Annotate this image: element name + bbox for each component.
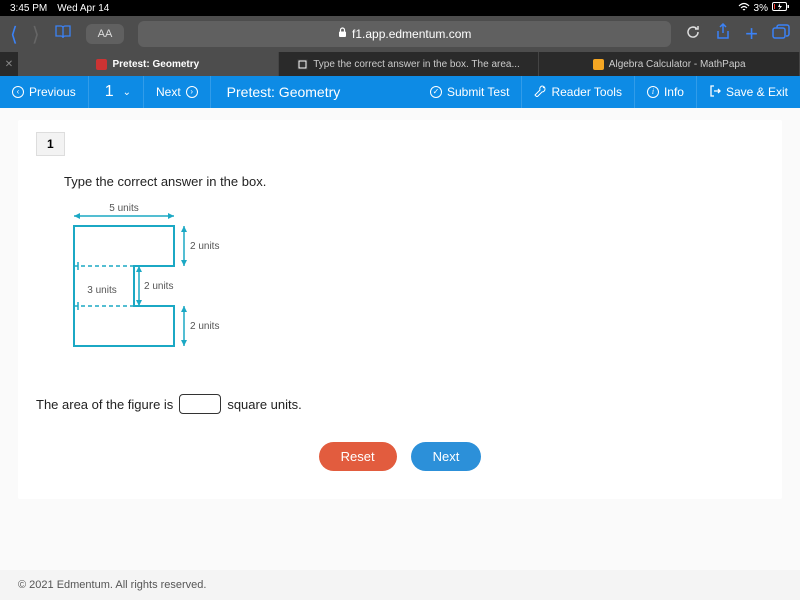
share-icon[interactable] — [715, 23, 731, 46]
question-card: 1 Type the correct answer in the box. 5 … — [18, 120, 782, 499]
battery-pct: 3% — [754, 3, 768, 14]
tab-strip: ✕ Pretest: Geometry Type the correct ans… — [0, 52, 800, 76]
lock-icon — [338, 27, 347, 41]
reset-button[interactable]: Reset — [319, 442, 397, 471]
question-number: 1 — [101, 83, 118, 101]
save-label: Save & Exit — [726, 85, 788, 99]
previous-button[interactable]: ‹ Previous — [0, 76, 89, 108]
arrow-right-icon: › — [186, 86, 198, 98]
new-tab-icon[interactable]: + — [745, 21, 758, 47]
answer-prefix: The area of the figure is — [36, 397, 173, 412]
question-prompt: Type the correct answer in the box. — [64, 174, 764, 189]
next-button[interactable]: Next › — [144, 76, 211, 108]
tab-label: Pretest: Geometry — [112, 59, 199, 70]
submit-test-button[interactable]: ✓ Submit Test — [418, 76, 522, 108]
page-title: Pretest: Geometry — [211, 84, 357, 100]
arrow-left-icon: ‹ — [12, 86, 24, 98]
bookmarks-icon[interactable] — [54, 24, 72, 45]
app-toolbar: ‹ Previous 1 ⌄ Next › Pretest: Geometry … — [0, 76, 800, 108]
reader-tools-button[interactable]: Reader Tools — [522, 76, 635, 108]
favicon-icon — [297, 59, 308, 70]
question-number-box: 1 — [36, 132, 65, 156]
tab-label: Algebra Calculator - MathPapa — [609, 59, 746, 70]
reload-icon[interactable] — [685, 24, 701, 45]
browser-tab-0[interactable]: Pretest: Geometry — [18, 52, 279, 76]
browser-tab-2[interactable]: Algebra Calculator - MathPapa — [539, 52, 800, 76]
question-selector[interactable]: 1 ⌄ — [89, 76, 144, 108]
check-icon: ✓ — [430, 86, 442, 98]
geometry-figure: 5 units 2 units 2 units — [64, 201, 764, 376]
info-label: Info — [664, 85, 684, 99]
favicon-icon — [593, 59, 604, 70]
wifi-icon — [738, 2, 750, 15]
browser-tab-1[interactable]: Type the correct answer in the box. The … — [279, 52, 540, 76]
next-question-button[interactable]: Next — [411, 442, 482, 471]
footer: © 2021 Edmentum. All rights reserved. — [0, 570, 800, 600]
dim-right-lower: 2 units — [190, 321, 219, 332]
date: Wed Apr 14 — [57, 3, 109, 14]
safari-toolbar: ⟨ ⟩ AA f1.app.edmentum.com + — [0, 16, 800, 52]
next-label: Next — [156, 85, 181, 99]
save-exit-button[interactable]: Save & Exit — [697, 76, 800, 108]
close-tab-icon[interactable]: ✕ — [0, 52, 18, 76]
info-button[interactable]: i Info — [635, 76, 697, 108]
exit-icon — [709, 85, 721, 100]
tab-label: Type the correct answer in the box. The … — [313, 59, 520, 70]
dim-mid-h: 3 units — [87, 285, 116, 296]
clock: 3:45 PM — [10, 3, 47, 14]
wrench-icon — [534, 85, 546, 100]
text-size-button[interactable]: AA — [86, 24, 125, 44]
dim-mid-v: 2 units — [144, 281, 173, 292]
battery-icon — [772, 2, 790, 15]
dim-top: 5 units — [109, 203, 138, 214]
favicon-icon — [96, 59, 107, 70]
area-input[interactable] — [179, 394, 221, 414]
content-area: 1 Type the correct answer in the box. 5 … — [0, 108, 800, 570]
url-host: f1.app.edmentum.com — [352, 27, 471, 41]
answer-line: The area of the figure is square units. — [36, 394, 764, 414]
dim-right-upper: 2 units — [190, 241, 219, 252]
button-row: Reset Next — [36, 442, 764, 471]
chevron-down-icon: ⌄ — [123, 87, 131, 98]
ipad-status-bar: 3:45 PM Wed Apr 14 3% — [0, 0, 800, 16]
copyright: © 2021 Edmentum. All rights reserved. — [18, 579, 206, 591]
tabs-icon[interactable] — [772, 24, 790, 45]
address-bar[interactable]: f1.app.edmentum.com — [138, 21, 671, 47]
answer-suffix: square units. — [227, 397, 301, 412]
reader-label: Reader Tools — [551, 85, 622, 99]
back-button[interactable]: ⟨ — [10, 22, 18, 47]
info-icon: i — [647, 86, 659, 98]
forward-button[interactable]: ⟩ — [32, 22, 40, 47]
submit-label: Submit Test — [447, 85, 509, 99]
previous-label: Previous — [29, 85, 76, 99]
